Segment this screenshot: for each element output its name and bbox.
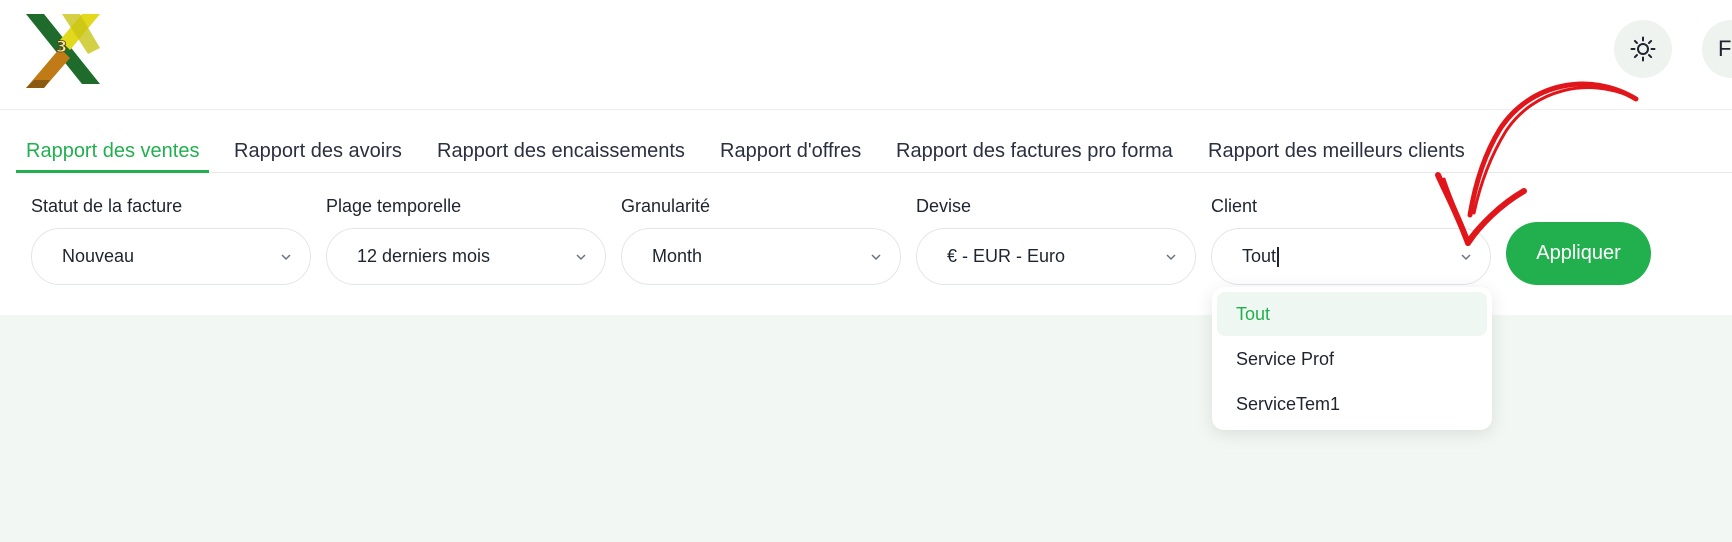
currency-select[interactable]: € - EUR - Euro (916, 228, 1196, 285)
currency-value: € - EUR - Euro (947, 246, 1066, 266)
report-panel: Rapport des ventes Rapport des avoirs Ra… (0, 110, 1732, 315)
status-value: Nouveau (62, 246, 135, 266)
tab-rapport-d-offres[interactable]: Rapport d'offres (720, 140, 861, 163)
text-caret (1277, 246, 1279, 267)
chevron-down-icon (1461, 254, 1471, 261)
sun-icon (1630, 36, 1656, 62)
period-value: 12 derniers mois (357, 246, 491, 266)
client-dropdown-menu: Tout Service Prof ServiceTem1 (1212, 287, 1492, 430)
client-select[interactable]: Tout (1211, 228, 1491, 285)
period-select[interactable]: 12 derniers mois (326, 228, 606, 285)
chevron-down-icon (281, 254, 291, 261)
tab-rapport-des-encaissements[interactable]: Rapport des encaissements (437, 140, 685, 163)
client-label: Client (1211, 196, 1258, 216)
status-select[interactable]: Nouveau (31, 228, 311, 285)
chevron-down-icon (871, 254, 881, 261)
app-logo[interactable]: 3 (22, 8, 106, 90)
client-value: Tout (1242, 246, 1277, 266)
active-tab-indicator (16, 170, 209, 173)
svg-text:3: 3 (56, 37, 67, 56)
chevron-down-icon (576, 254, 586, 261)
granularity-select[interactable]: Month (621, 228, 901, 285)
client-option-servicetem1[interactable]: ServiceTem1 (1217, 382, 1487, 426)
report-tabs: Rapport des ventes Rapport des avoirs Ra… (16, 110, 1732, 173)
theme-toggle-button[interactable] (1614, 20, 1672, 78)
apply-button[interactable]: Appliquer (1506, 222, 1651, 285)
tab-rapport-des-meilleurs-clients[interactable]: Rapport des meilleurs clients (1208, 140, 1465, 163)
granularity-value: Month (652, 246, 703, 266)
chevron-down-icon (1166, 254, 1176, 261)
tab-rapport-des-factures-pro-forma[interactable]: Rapport des factures pro forma (896, 140, 1173, 163)
top-bar: 3 F (0, 0, 1732, 110)
tab-rapport-des-ventes[interactable]: Rapport des ventes (26, 140, 199, 163)
period-label: Plage temporelle (326, 196, 462, 216)
client-option-tout[interactable]: Tout (1217, 292, 1487, 336)
currency-label: Devise (916, 196, 972, 216)
client-option-service-prof[interactable]: Service Prof (1217, 337, 1487, 381)
tab-rapport-des-avoirs[interactable]: Rapport des avoirs (234, 140, 402, 163)
user-avatar[interactable]: F (1702, 20, 1732, 78)
status-label: Statut de la facture (31, 196, 183, 216)
granularity-label: Granularité (621, 196, 711, 216)
